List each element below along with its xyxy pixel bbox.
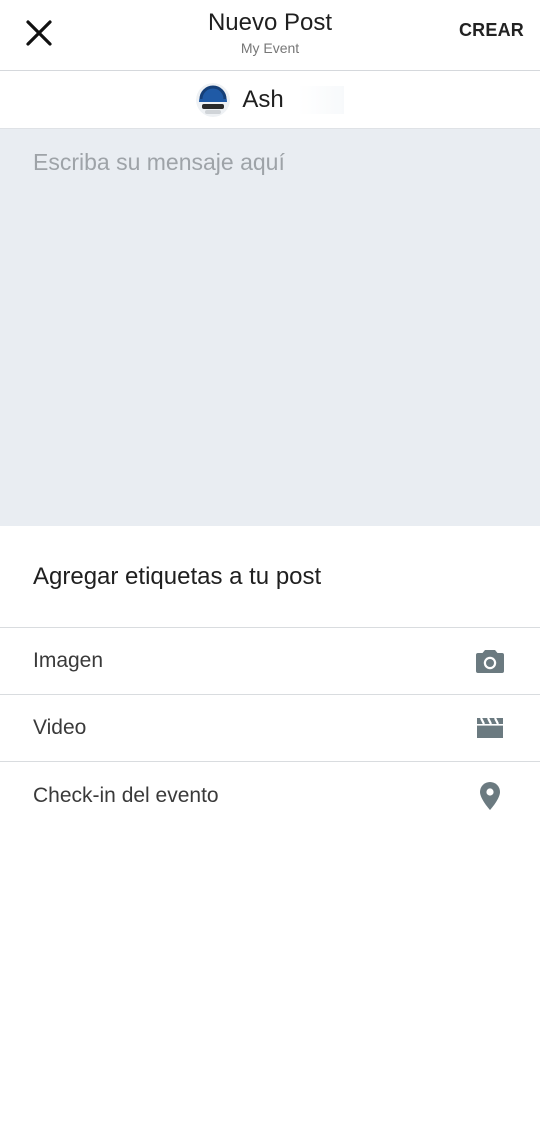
message-composer <box>0 129 540 526</box>
checkin-option[interactable]: Check-in del evento <box>0 763 540 829</box>
camera-icon <box>474 645 506 677</box>
create-button[interactable]: CREAR <box>459 20 524 41</box>
image-option-label: Imagen <box>33 649 104 672</box>
message-input[interactable] <box>0 129 540 526</box>
tags-heading: Agregar etiquetas a tu post <box>33 563 322 590</box>
title-block: Nuevo Post My Event <box>120 8 420 56</box>
video-option-label: Video <box>33 716 87 739</box>
clapperboard-icon <box>474 712 506 744</box>
author-name: Ash <box>242 86 344 114</box>
close-icon <box>26 20 52 46</box>
event-subtitle: My Event <box>240 40 300 56</box>
video-option[interactable]: Video <box>0 695 540 761</box>
location-pin-icon <box>474 780 506 812</box>
image-option[interactable]: Imagen <box>0 628 540 694</box>
astronaut-avatar-icon <box>196 83 231 117</box>
close-button[interactable] <box>18 12 60 54</box>
divider <box>0 761 540 762</box>
author-row: Ash <box>0 72 540 129</box>
page-title: Nuevo Post <box>207 9 333 36</box>
checkin-option-label: Check-in del evento <box>33 784 219 807</box>
app-bar: Nuevo Post My Event CREAR <box>0 0 540 71</box>
